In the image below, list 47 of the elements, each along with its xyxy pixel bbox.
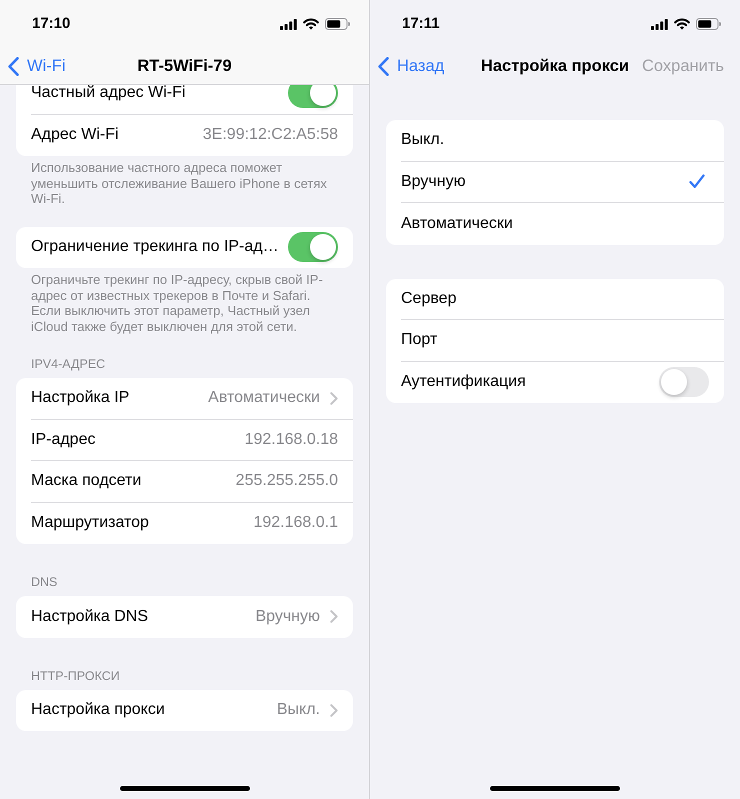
battery-icon [696, 18, 721, 30]
chevron-icon [330, 704, 338, 717]
toggle-switch[interactable] [659, 367, 709, 398]
section-footer: Использование частного адреса поможет уменьшить отслеживание Вашего iPhone в сетях Wi-Fi. [16, 156, 353, 206]
toggle-switch[interactable] [288, 232, 338, 262]
back-chevron-icon [8, 56, 19, 76]
option-item[interactable]: Вручную [401, 162, 724, 203]
setting-label: Ограничение трекинга по IP-ад… [31, 237, 279, 258]
setting-value: 255.255.255.0 [236, 471, 338, 492]
section-header: IPV4-АДРЕС [30, 357, 106, 371]
setting-value: 192.168.0.18 [244, 430, 338, 450]
setting-value: Выкл. [276, 700, 320, 720]
setting-label: Настройка прокси [31, 700, 165, 720]
status-time: 17:11 [402, 14, 440, 34]
setting-label: Маска подсети [31, 471, 142, 492]
battery-icon [325, 18, 350, 30]
section-header: DNS [30, 575, 58, 589]
setting-value: Вручную [255, 606, 320, 627]
setting-label: Настройка IP [31, 388, 130, 408]
back-button[interactable]: Назад [378, 54, 444, 78]
setting-label: Настройка DNS [31, 606, 148, 627]
option-item[interactable]: Выкл. [401, 120, 724, 162]
input-field[interactable]: Сервер [401, 278, 724, 320]
back-chevron-icon [378, 56, 389, 76]
section-footer: Ограничьте трекинг по IP-адресу, скрыв свой IP-адрес от известных трекеров в Почте и Safari. Если выключить этот параметр, Частный узел iCloud также будет выключен для этой сети. [16, 268, 353, 334]
nav-title: RT-5WiFi-79 [137, 56, 232, 77]
setting-label: IP-адрес [31, 430, 96, 450]
setting-label: Адрес Wi-Fi [31, 125, 119, 146]
input-field[interactable]: Порт [401, 320, 724, 362]
option-item[interactable]: Автоматически [401, 203, 724, 244]
setting-value: Автоматически [208, 388, 320, 408]
setting-label: Маршрутизатор [31, 513, 149, 534]
wifi-icon [674, 18, 690, 30]
setting-label: Частный адрес Wi-Fi [31, 85, 186, 104]
chevron-icon [330, 392, 338, 405]
section-header: HTTP-ПРОКСИ [30, 668, 121, 682]
toggle-switch[interactable] [288, 85, 338, 108]
signal-icon [651, 18, 668, 30]
chevron-icon [330, 610, 338, 624]
setting-value: 192.168.0.1 [253, 513, 338, 534]
setting-value: 3E:99:12:C2:A5:58 [202, 125, 338, 146]
nav-title: Настройка прокси [480, 56, 630, 77]
wifi-icon [303, 18, 319, 30]
setting-label: Аутентификация [401, 372, 526, 392]
back-button[interactable]: Wi-Fi [8, 54, 66, 78]
signal-icon [280, 18, 297, 30]
status-time: 17:10 [32, 14, 70, 34]
